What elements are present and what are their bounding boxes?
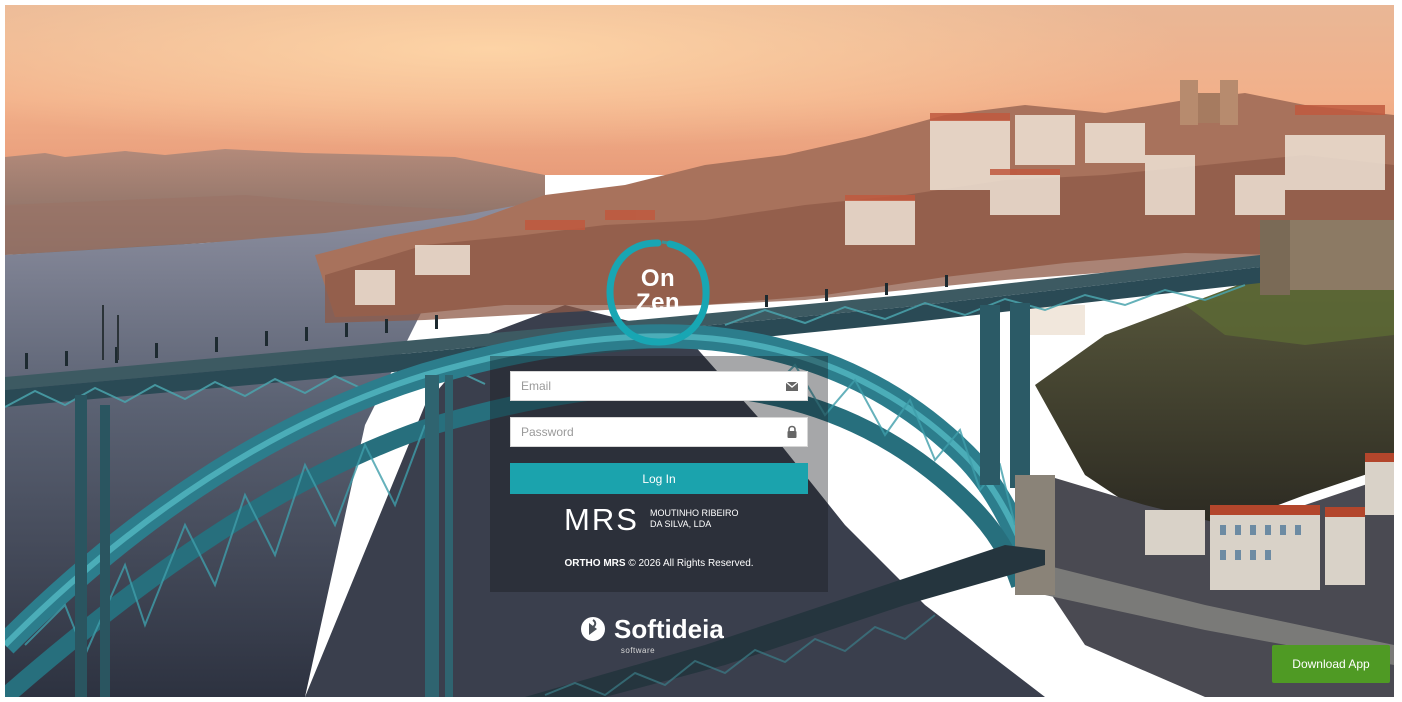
onzen-logo-text: On Zen	[600, 267, 716, 315]
lock-icon	[785, 425, 799, 439]
download-app-button[interactable]: Download App	[1272, 645, 1390, 683]
email-field	[510, 371, 808, 401]
mrs-line-2: DA SILVA, LDA	[650, 519, 712, 529]
copyright-notice: © 2026 All Rights Reserved.	[628, 558, 754, 569]
email-input[interactable]	[511, 372, 781, 400]
softideia-name: Softideia	[614, 614, 724, 644]
password-input[interactable]	[511, 418, 781, 446]
envelope-icon	[785, 379, 799, 393]
onzen-logo: On Zen	[600, 237, 716, 349]
mrs-company-name: MOUTINHO RIBEIRO DA SILVA, LDA	[650, 508, 760, 530]
login-button[interactable]: Log In	[510, 463, 808, 494]
copyright-company: ORTHO MRS	[564, 558, 626, 569]
logo-line-zen: Zen	[635, 289, 681, 316]
mrs-mark: MRS	[564, 502, 639, 537]
mrs-line-1: MOUTINHO RIBEIRO	[650, 508, 739, 518]
softideia-logo-icon	[580, 616, 606, 642]
password-field	[510, 417, 808, 447]
background-photo	[5, 5, 1394, 697]
logo-line-on: On	[640, 265, 676, 292]
softideia-logo: Softideia software	[580, 612, 740, 658]
copyright-text: ORTHO MRS © 2026 All Rights Reserved.	[490, 558, 828, 569]
softideia-subtitle: software	[620, 646, 656, 655]
